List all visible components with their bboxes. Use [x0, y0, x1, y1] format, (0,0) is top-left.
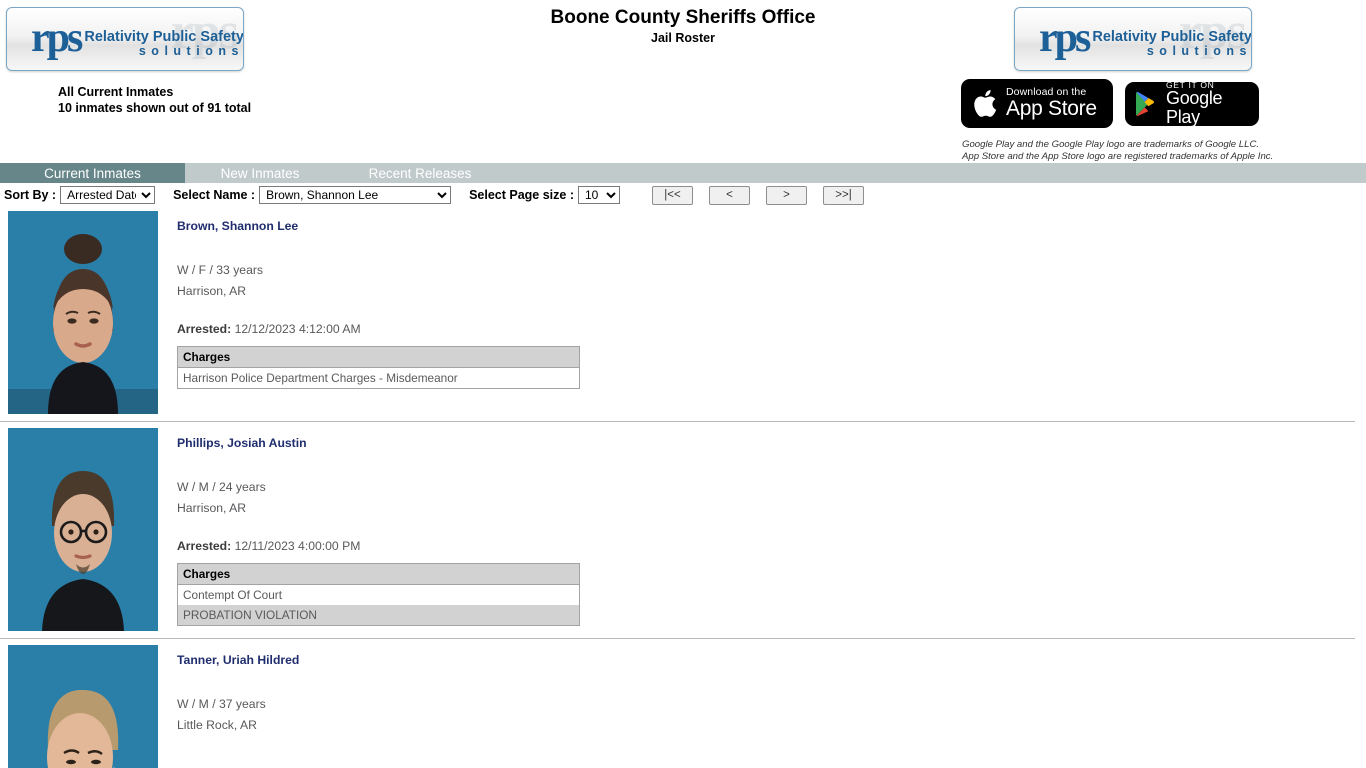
roster-summary: All Current Inmates 10 inmates shown out…	[58, 84, 251, 116]
arrested-label: Arrested:	[177, 322, 232, 336]
inmate-arrested: Arrested: 12/12/2023 4:12:00 AM	[177, 322, 361, 336]
inmate-roster: Brown, Shannon Lee W / F / 33 years Harris…	[0, 205, 1366, 768]
app-store-badge[interactable]: Download on the App Store	[961, 79, 1113, 128]
store-badges: Download on the App Store GET IT ON Goog…	[961, 79, 1259, 128]
table-row: Harrison Police Department Charges - Mis…	[178, 368, 580, 389]
google-play-badge[interactable]: GET IT ON Google Play	[1125, 80, 1259, 127]
charges-table: Charges Harrison Police Department Charge…	[177, 346, 580, 389]
page-header: rps rps Relativity Public Safety solutio…	[0, 0, 1366, 163]
inmate-record: Phillips, Josiah Austin W / M / 24 years H…	[0, 422, 1366, 631]
inmate-details: Tanner, Uriah Hildred W / M / 37 years Lit…	[177, 645, 1366, 736]
trademark-line1: Google Play and the Google Play logo are…	[962, 139, 1260, 150]
charges-table: Charges Contempt Of Court PROBATION VIOLAT…	[177, 563, 580, 626]
roster-summary-line1: All Current Inmates	[58, 85, 174, 99]
charges-header-row: Charges	[177, 346, 580, 368]
inmate-demographics: W / F / 33 years	[177, 263, 264, 277]
mugshot-phillips-josiah-austin[interactable]	[8, 428, 158, 631]
controls-bar: Sort By : Arrested DateName Select Name …	[0, 183, 1366, 205]
arrested-label: Arrested:	[177, 539, 232, 553]
next-page-button[interactable]: >	[766, 185, 807, 205]
inmate-arrested: Arrested: 12/11/2023 4:00:00 PM	[177, 539, 361, 553]
charge-cell: Harrison Police Department Charges - Mis…	[183, 371, 458, 385]
rps-tagline-right-line1: Relativity Public Safety	[1092, 28, 1252, 45]
page-size-label: Select Page size :	[469, 188, 574, 202]
table-row: Contempt Of Court	[178, 585, 580, 606]
inmate-name-link[interactable]: Tanner, Uriah Hildred	[177, 653, 299, 667]
last-page-button[interactable]: >>|	[823, 185, 864, 205]
rps-tagline-right: Relativity Public Safety solutions	[1092, 28, 1252, 59]
rps-tagline: Relativity Public Safety solutions	[84, 28, 244, 59]
app-store-badge-text: Download on the App Store	[1006, 87, 1097, 119]
tab-recent-releases[interactable]: Recent Releases	[335, 163, 505, 183]
sort-by-label: Sort By :	[4, 188, 57, 202]
google-play-badge-big: Google Play	[1166, 88, 1223, 127]
inmate-name-link[interactable]: Brown, Shannon Lee	[177, 219, 298, 233]
inmate-location: Little Rock, AR	[177, 718, 257, 732]
inmate-demographics: W / M / 37 years	[177, 697, 266, 711]
select-name-select[interactable]: Brown, Shannon LeePhillips, Josiah Austi…	[259, 186, 452, 204]
charges-header-row: Charges	[177, 563, 580, 585]
inmate-location: Harrison, AR	[177, 284, 247, 298]
roster-summary-line2: 10 inmates shown out of 91 total	[58, 101, 252, 115]
rps-wordmark-right: rps	[1039, 15, 1091, 62]
sort-by-select[interactable]: Arrested DateName	[60, 186, 156, 204]
mugshot-brown-shannon-lee[interactable]	[8, 211, 158, 414]
apple-icon	[972, 88, 998, 119]
inmate-details: Brown, Shannon Lee W / F / 33 years Harris…	[177, 211, 1366, 389]
charges-column-header: Charges	[177, 346, 580, 368]
trademark-line2: App Store and the App Store logo are reg…	[962, 150, 1274, 162]
rps-wordmark: rps	[31, 15, 83, 62]
inmate-record: Tanner, Uriah Hildred W / M / 37 years Lit…	[0, 639, 1366, 768]
inmate-record: Brown, Shannon Lee W / F / 33 years Harris…	[0, 205, 1366, 414]
table-row: PROBATION VIOLATION	[177, 605, 580, 626]
tab-bar: Current Inmates New Inmates Recent Relea…	[0, 163, 1366, 183]
tab-new-inmates[interactable]: New Inmates	[185, 163, 335, 183]
google-play-badge-text: GET IT ON Google Play	[1166, 80, 1250, 127]
rps-logo-left[interactable]: rps rps Relativity Public Safety solutio…	[6, 7, 244, 71]
rps-tagline-line2: solutions	[138, 44, 244, 59]
charge-cell: Contempt Of Court	[183, 588, 283, 602]
charge-cell: PROBATION VIOLATION	[177, 605, 580, 626]
tab-current-inmates[interactable]: Current Inmates	[0, 163, 185, 183]
app-store-badge-big: App Store	[1006, 97, 1097, 121]
first-page-button[interactable]: |<<	[652, 185, 693, 205]
inmate-location: Harrison, AR	[177, 501, 247, 515]
trademark-notice: Google Play and the Google Play logo are…	[962, 139, 1273, 162]
rps-tagline-line1: Relativity Public Safety	[84, 28, 244, 45]
prev-page-button[interactable]: <	[709, 185, 750, 205]
inmate-name-link[interactable]: Phillips, Josiah Austin	[177, 436, 307, 450]
page-size-select[interactable]: 102550	[578, 186, 620, 204]
inmate-details: Phillips, Josiah Austin W / M / 24 years H…	[177, 428, 1366, 626]
rps-logo-right[interactable]: rps rps Relativity Public Safety solutio…	[1014, 7, 1252, 71]
select-name-label: Select Name :	[173, 188, 256, 202]
pagination-controls: |<< < > >>|	[652, 185, 864, 205]
inmate-demographics: W / M / 24 years	[177, 480, 266, 494]
mugshot-tanner-uriah-hildred[interactable]	[8, 645, 158, 768]
google-play-icon	[1134, 91, 1158, 117]
rps-tagline-right-line2: solutions	[1146, 44, 1252, 59]
charges-column-header: Charges	[177, 563, 580, 585]
